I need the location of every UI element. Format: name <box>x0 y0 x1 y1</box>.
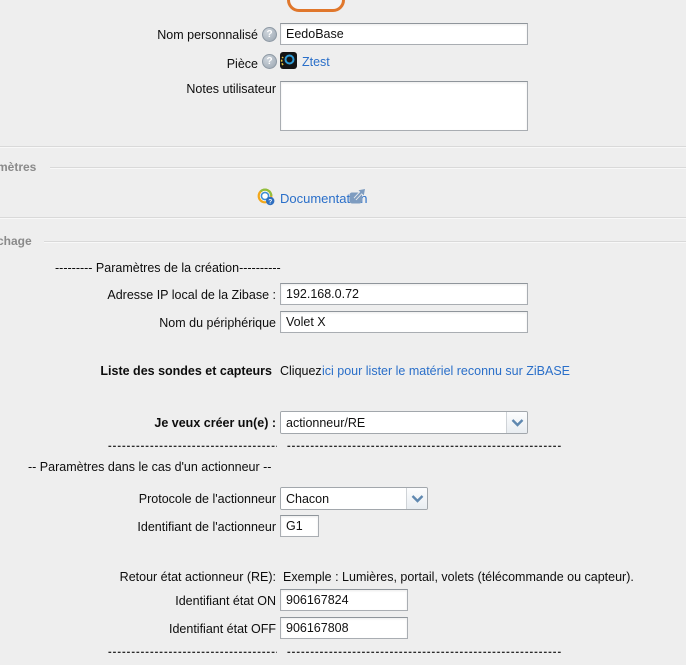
state-on-id-label: Identifiant état ON <box>0 594 276 608</box>
protocol-selected-value: Chacon <box>281 488 406 509</box>
state-feedback-label: Retour état actionneur (RE): <box>0 570 276 584</box>
zibase-ip-input[interactable] <box>280 283 528 305</box>
zibase-ip-label: Adresse IP local de la Zibase : <box>0 288 276 302</box>
actuator-id-label: Identifiant de l'actionneur <box>0 520 276 534</box>
room-link[interactable]: Ztest <box>302 55 330 69</box>
help-icon[interactable]: ? <box>262 54 277 69</box>
user-notes-label: Notes utilisateur <box>0 82 276 96</box>
parametres-section-legend: mètres <box>0 160 36 174</box>
chevron-down-icon <box>406 488 427 509</box>
user-notes-textarea[interactable] <box>280 81 528 131</box>
orange-highlight-button[interactable] <box>287 0 345 12</box>
custom-name-input[interactable] <box>280 23 528 45</box>
device-name-label: Nom du périphérique <box>0 316 276 330</box>
state-on-id-input[interactable] <box>280 589 408 611</box>
protocol-label: Protocole de l'actionneur <box>0 492 276 506</box>
create-type-select[interactable]: actionneur/RE <box>280 411 528 434</box>
creation-params-header: --------- Paramètres de la création-----… <box>55 261 281 275</box>
room-label: Pièce <box>0 57 258 71</box>
room-thumbnail-icon[interactable] <box>280 52 297 69</box>
sensors-list-prefix: Cliquez <box>280 364 322 378</box>
actionneur-params-header: -- Paramètres dans le cas d'un actionneu… <box>28 460 271 474</box>
affichage-section-legend: chage <box>0 234 32 248</box>
section-divider <box>0 146 686 147</box>
sensors-list-link[interactable]: ici pour lister le matériel reconnu sur … <box>322 364 570 378</box>
svg-text:?: ? <box>268 198 272 205</box>
sensors-list-label: Liste des sondes et capteurs <box>0 364 272 378</box>
external-link-icon[interactable] <box>349 188 367 205</box>
legend-rule <box>44 241 686 242</box>
state-feedback-hint: Exemple : Lumières, portail, volets (tél… <box>283 570 634 584</box>
dashed-separator: ----------------------------------------… <box>108 646 561 658</box>
custom-name-label: Nom personnalisé <box>0 28 258 42</box>
state-off-id-label: Identifiant état OFF <box>0 622 276 636</box>
help-icon[interactable]: ? <box>262 27 277 42</box>
state-off-id-input[interactable] <box>280 617 408 639</box>
equipment-config-panel: Nom personnalisé ? Pièce ? Ztest Notes u… <box>0 0 686 665</box>
protocol-select[interactable]: Chacon <box>280 487 428 510</box>
section-divider <box>0 217 686 218</box>
chevron-down-icon <box>506 412 527 433</box>
create-type-selected-value: actionneur/RE <box>281 412 506 433</box>
create-type-label: Je veux créer un(e) : <box>0 416 276 430</box>
actuator-id-input[interactable] <box>280 515 319 537</box>
dashed-separator: ----------------------------------------… <box>108 440 561 452</box>
legend-rule <box>50 167 686 168</box>
documentation-logo-icon[interactable]: ? <box>257 188 275 206</box>
device-name-input[interactable] <box>280 311 528 333</box>
